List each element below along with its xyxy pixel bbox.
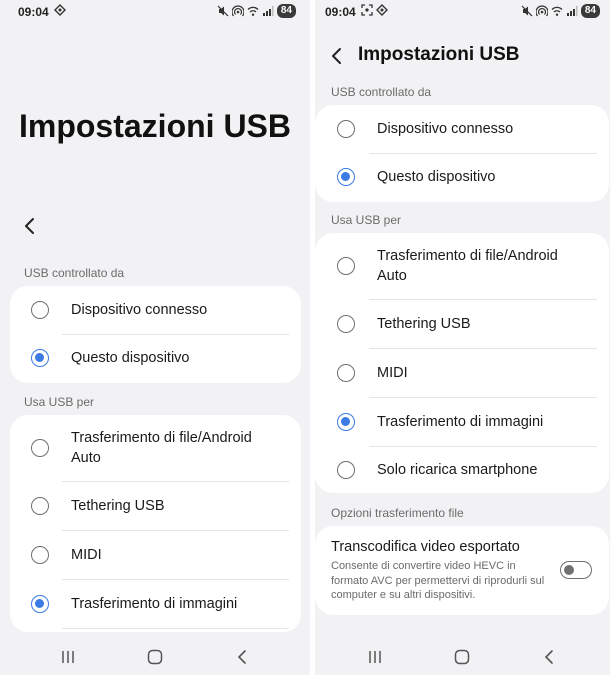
option-questo-dispositivo[interactable]: Questo dispositivo: [315, 154, 609, 202]
divider: [62, 628, 289, 629]
hotspot-icon: [535, 5, 548, 17]
settings-diamond-icon: [54, 4, 66, 16]
option-dispositivo-connesso[interactable]: Dispositivo connesso: [315, 105, 609, 153]
right-phone-screen: 09:04 84 Impostazioni USB USB controllat…: [315, 0, 610, 675]
option-tethering-usb[interactable]: Tethering USB: [315, 300, 609, 348]
use-usb-card: Trasferimento di file/Android Auto Tethe…: [315, 233, 609, 493]
chevron-left-icon: [332, 48, 341, 64]
home-icon: [147, 649, 163, 665]
option-label: Solo ricarica smartphone: [377, 462, 538, 478]
wifi-icon: [551, 6, 563, 16]
radio-button[interactable]: [31, 439, 49, 457]
use-usb-label: Usa USB per: [331, 213, 402, 227]
transcode-description: Consente di convertire video HEVC in for…: [331, 560, 545, 601]
option-tethering-usb[interactable]: Tethering USB: [10, 482, 301, 530]
mute-icon: [217, 5, 229, 17]
page-title: Impostazioni USB: [18, 108, 291, 144]
status-bar: 09:04 84: [0, 0, 310, 24]
radio-button[interactable]: [337, 120, 355, 138]
back-arrow-icon: [237, 650, 246, 664]
usb-controlled-card: Dispositivo connesso Questo dispositivo: [315, 105, 609, 202]
radio-button[interactable]: [31, 497, 49, 515]
radio-button[interactable]: [337, 257, 355, 275]
option-label: Dispositivo connesso: [377, 121, 514, 137]
chevron-left-icon: [25, 218, 34, 234]
recents-icon: [62, 651, 74, 663]
back-button[interactable]: [16, 212, 44, 240]
radio-button[interactable]: [337, 315, 355, 333]
recents-icon: [369, 651, 381, 663]
nav-back-button[interactable]: [536, 644, 562, 670]
radio-button[interactable]: [337, 364, 355, 382]
option-image-transfer[interactable]: Trasferimento di immagini: [315, 398, 609, 446]
home-button[interactable]: [142, 644, 168, 670]
option-label: MIDI: [377, 365, 408, 381]
option-midi[interactable]: MIDI: [10, 531, 301, 579]
use-usb-card: Trasferimento di file/Android Auto Tethe…: [10, 415, 301, 632]
signal-icon: [262, 6, 274, 16]
battery-indicator: 84: [580, 4, 600, 18]
radio-button[interactable]: [337, 461, 355, 479]
signal-icon: [566, 6, 578, 16]
radio-button-selected[interactable]: [31, 595, 49, 613]
transcode-card[interactable]: Transcodifica video esportato Consente d…: [315, 526, 609, 615]
radio-button[interactable]: [31, 301, 49, 319]
navigation-bar: [0, 640, 310, 675]
home-button[interactable]: [449, 644, 475, 670]
option-charge-only[interactable]: Solo ricarica smartphone: [315, 447, 609, 493]
settings-diamond-icon: [376, 4, 388, 16]
home-icon: [454, 649, 470, 665]
screenshot-icon: [361, 4, 373, 16]
option-midi[interactable]: MIDI: [315, 349, 609, 397]
left-phone-screen: 09:04 84 Impostazioni USB USB controllat…: [0, 0, 310, 675]
option-label: Trasferimento di file/Android Auto: [377, 248, 558, 284]
option-dispositivo-connesso[interactable]: Dispositivo connesso: [10, 286, 301, 334]
option-label: Dispositivo connesso: [71, 302, 208, 318]
option-label: MIDI: [71, 547, 102, 563]
option-label: Trasferimento di file/Android Auto: [71, 430, 252, 466]
file-transfer-options-label: Opzioni trasferimento file: [331, 506, 464, 520]
option-label: Trasferimento di immagini: [71, 596, 238, 612]
back-arrow-icon: [544, 650, 553, 664]
option-label: Trasferimento di immagini: [377, 414, 544, 430]
use-usb-label: Usa USB per: [24, 395, 95, 409]
radio-button-selected[interactable]: [337, 168, 355, 186]
recent-apps-button[interactable]: [362, 644, 388, 670]
radio-button[interactable]: [31, 546, 49, 564]
radio-button-selected[interactable]: [31, 349, 49, 367]
transcode-toggle[interactable]: [560, 561, 592, 579]
status-bar: 09:04 84: [315, 0, 610, 24]
nav-back-button[interactable]: [229, 644, 255, 670]
option-questo-dispositivo[interactable]: Questo dispositivo: [10, 335, 301, 383]
option-label: Questo dispositivo: [377, 169, 496, 185]
navigation-bar: [315, 640, 610, 675]
status-time: 09:04: [325, 5, 356, 19]
usb-controlled-label: USB controllato da: [24, 266, 125, 280]
battery-indicator: 84: [276, 4, 296, 18]
option-file-transfer[interactable]: Trasferimento di file/Android Auto: [10, 415, 301, 481]
option-label: Questo dispositivo: [71, 350, 190, 366]
option-image-transfer[interactable]: Trasferimento di immagini: [10, 580, 301, 628]
page-title: Impostazioni USB: [358, 44, 520, 65]
option-file-transfer[interactable]: Trasferimento di file/Android Auto: [315, 233, 609, 299]
usb-controlled-label: USB controllato da: [331, 85, 432, 99]
status-time: 09:04: [18, 5, 49, 19]
hotspot-icon: [231, 5, 244, 17]
transcode-title: Transcodifica video esportato: [331, 539, 520, 555]
mute-icon: [521, 5, 533, 17]
back-button[interactable]: [323, 42, 351, 70]
recent-apps-button[interactable]: [55, 644, 81, 670]
usb-controlled-card: Dispositivo connesso Questo dispositivo: [10, 286, 301, 383]
radio-button-selected[interactable]: [337, 413, 355, 431]
option-label: Tethering USB: [71, 498, 165, 514]
option-label: Tethering USB: [377, 316, 471, 332]
wifi-icon: [247, 6, 259, 16]
